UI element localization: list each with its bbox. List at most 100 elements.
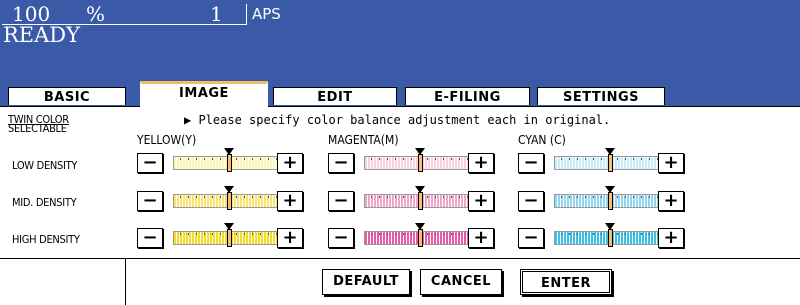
machine-status: READY xyxy=(3,23,81,47)
slider-tick xyxy=(196,196,197,198)
slider-tick xyxy=(649,233,650,235)
yellow-low-plus-button[interactable]: + xyxy=(277,153,303,173)
slider-tick xyxy=(435,196,436,198)
slider-tick xyxy=(268,158,269,160)
magenta-high-plus-button[interactable]: + xyxy=(468,228,494,248)
slider-knob[interactable] xyxy=(227,154,232,172)
slider-tick xyxy=(204,196,205,198)
cancel-button[interactable]: CANCEL xyxy=(420,269,502,295)
cyan-mid-balance-slider[interactable] xyxy=(554,186,664,210)
slider-tick xyxy=(585,158,586,160)
slider-tick xyxy=(268,196,269,198)
slider-knob[interactable] xyxy=(608,192,613,210)
slider-tick xyxy=(617,233,618,235)
counter-divider xyxy=(246,4,247,25)
tab-basic[interactable]: BASIC xyxy=(8,87,126,105)
yellow-low-minus-button[interactable]: − xyxy=(137,153,163,173)
cyan-high-balance-slider[interactable] xyxy=(554,223,664,247)
slider-tick xyxy=(244,196,245,198)
cyan-low-balance-slider[interactable] xyxy=(554,148,664,172)
yellow-high-plus-button[interactable]: + xyxy=(277,228,303,248)
slider-knob[interactable] xyxy=(227,192,232,210)
slider-tick xyxy=(617,196,618,198)
column-yellow-header: YELLOW(Y) xyxy=(137,133,197,147)
cyan-low-plus-button[interactable]: + xyxy=(658,153,684,173)
slider-tick xyxy=(403,196,404,198)
slider-tick xyxy=(601,158,602,160)
magenta-high-minus-button[interactable]: − xyxy=(328,228,354,248)
cyan-high-minus-button[interactable]: − xyxy=(518,228,544,248)
slider-tick xyxy=(561,158,562,160)
column-cyan-header: CYAN (C) xyxy=(518,133,566,147)
tab-e-filing[interactable]: E-FILING xyxy=(405,87,530,105)
default-button[interactable]: DEFAULT xyxy=(322,269,410,295)
slider-tick xyxy=(593,196,594,198)
slider-tick xyxy=(633,233,634,235)
slider-tick xyxy=(220,233,221,235)
slider-tick xyxy=(561,233,562,235)
magenta-low-minus-button[interactable]: − xyxy=(328,153,354,173)
slider-tick xyxy=(387,233,388,235)
yellow-mid-plus-button[interactable]: + xyxy=(277,191,303,211)
slider-tick xyxy=(633,196,634,198)
slider-knob[interactable] xyxy=(418,229,423,247)
slider-tick xyxy=(451,233,452,235)
row-mid-density-label: MID. DENSITY xyxy=(12,196,77,209)
slider-tick xyxy=(212,233,213,235)
tab-image[interactable]: IMAGE xyxy=(140,81,268,107)
slider-tick xyxy=(577,196,578,198)
cyan-mid-minus-button[interactable]: − xyxy=(518,191,544,211)
slider-tick xyxy=(443,233,444,235)
slider-tick xyxy=(180,233,181,235)
cyan-mid-plus-button[interactable]: + xyxy=(658,191,684,211)
yellow-low-balance-slider[interactable] xyxy=(173,148,283,172)
enter-button[interactable]: ENTER xyxy=(520,269,612,295)
slider-tick xyxy=(188,158,189,160)
slider-knob[interactable] xyxy=(418,154,423,172)
slider-knob[interactable] xyxy=(418,192,423,210)
tab-settings[interactable]: SETTINGS xyxy=(537,87,665,105)
slider-tick xyxy=(260,196,261,198)
slider-tick xyxy=(601,233,602,235)
slider-tick xyxy=(252,233,253,235)
tab-edit[interactable]: EDIT xyxy=(273,87,397,105)
magenta-high-balance-slider[interactable] xyxy=(364,223,474,247)
slider-tick xyxy=(411,158,412,160)
slider-tick xyxy=(569,196,570,198)
slider-tick xyxy=(427,196,428,198)
slider-tick xyxy=(443,158,444,160)
yellow-mid-balance-slider[interactable] xyxy=(173,186,283,210)
slider-tick xyxy=(403,233,404,235)
yellow-high-balance-slider[interactable] xyxy=(173,223,283,247)
magenta-mid-minus-button[interactable]: − xyxy=(328,191,354,211)
yellow-high-minus-button[interactable]: − xyxy=(137,228,163,248)
paper-size: APS xyxy=(252,5,281,23)
slider-tick xyxy=(435,158,436,160)
yellow-mid-minus-button[interactable]: − xyxy=(137,191,163,211)
slider-tick xyxy=(379,233,380,235)
status-area: 100 % 1 APS READY BASIC IMAGE EDIT E-FIL… xyxy=(0,0,800,107)
footer-left-divider xyxy=(125,258,126,305)
slider-tick xyxy=(427,158,428,160)
color-balance-panel: TWIN COLOR SELECTABLE ▶ Please specify c… xyxy=(0,106,800,305)
slider-tick xyxy=(403,158,404,160)
slider-knob[interactable] xyxy=(227,229,232,247)
slider-tick xyxy=(379,158,380,160)
magenta-mid-balance-slider[interactable] xyxy=(364,186,474,210)
magenta-mid-plus-button[interactable]: + xyxy=(468,191,494,211)
slider-tick xyxy=(625,158,626,160)
slider-knob[interactable] xyxy=(608,229,613,247)
magenta-low-balance-slider[interactable] xyxy=(364,148,474,172)
magenta-low-plus-button[interactable]: + xyxy=(468,153,494,173)
slider-tick xyxy=(569,233,570,235)
slider-tick xyxy=(379,196,380,198)
slider-tick xyxy=(188,233,189,235)
slider-tick xyxy=(633,158,634,160)
slider-tick xyxy=(204,158,205,160)
cyan-high-plus-button[interactable]: + xyxy=(658,228,684,248)
copies-count: 1 xyxy=(210,2,223,26)
cyan-low-minus-button[interactable]: − xyxy=(518,153,544,173)
slider-tick xyxy=(585,196,586,198)
slider-tick xyxy=(371,196,372,198)
slider-knob[interactable] xyxy=(608,154,613,172)
